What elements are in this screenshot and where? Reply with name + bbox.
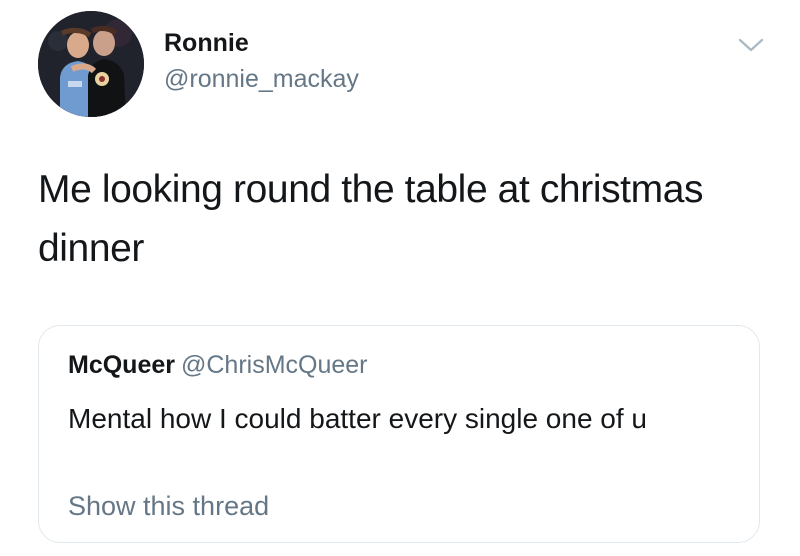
quoted-tweet-card[interactable]: McQueer @ChrisMcQueer Mental how I could …	[38, 325, 760, 543]
quoted-tweet-header: McQueer @ChrisMcQueer	[68, 350, 368, 380]
show-thread-link[interactable]: Show this thread	[68, 489, 269, 523]
quoted-author-handle: @ChrisMcQueer	[180, 351, 368, 379]
tweet: Ronnie @ronnie_mackay Me looking round t…	[0, 0, 800, 556]
quoted-author-display-name: McQueer	[68, 351, 175, 379]
quoted-tweet-text: Mental how I could batter every single o…	[68, 403, 648, 434]
tweet-text: Me looking round the table at christmas …	[38, 168, 704, 270]
avatar-photo	[38, 11, 144, 117]
chevron-down-icon[interactable]	[736, 34, 766, 56]
avatar[interactable]	[38, 11, 144, 117]
author-handle[interactable]: @ronnie_mackay	[164, 64, 359, 94]
author-display-name[interactable]: Ronnie	[164, 28, 249, 58]
